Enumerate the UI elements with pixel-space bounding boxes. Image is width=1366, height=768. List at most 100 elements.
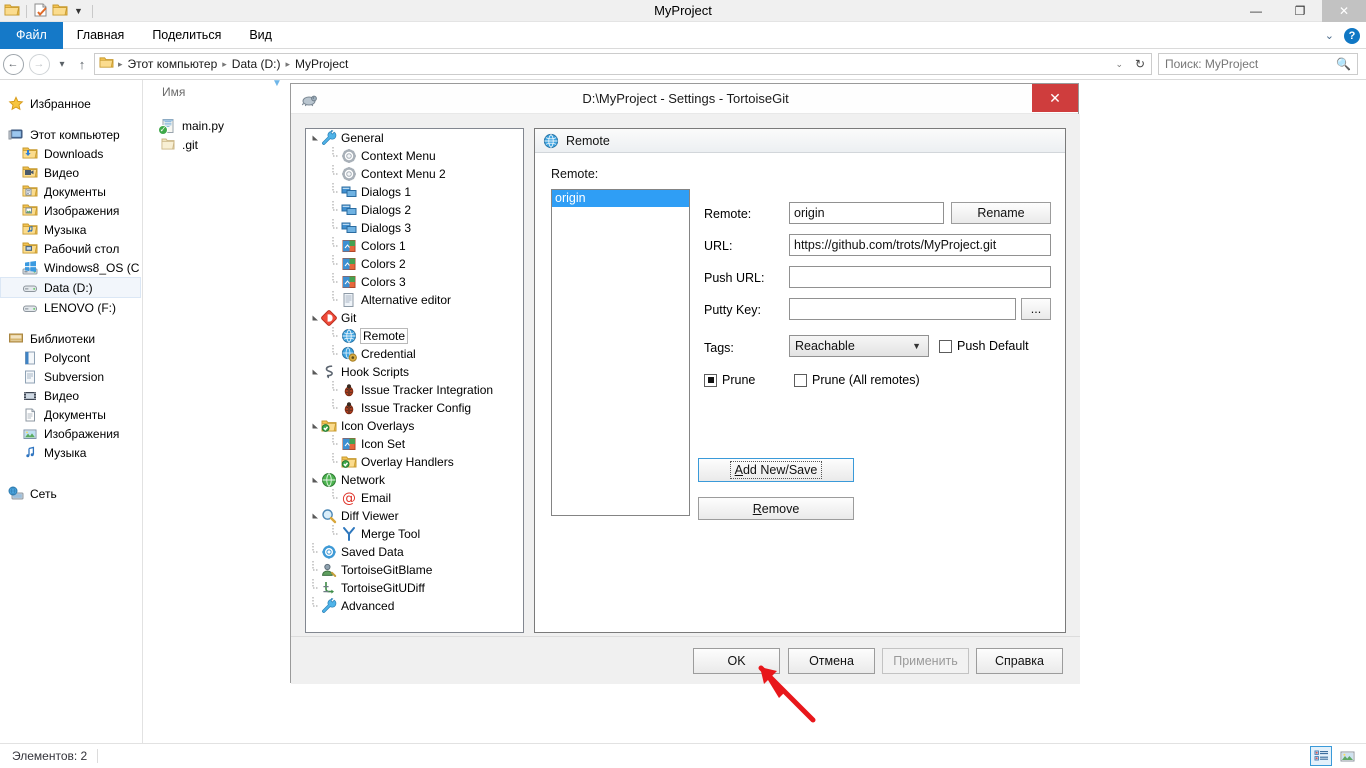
remote-list-item[interactable]: origin: [552, 190, 689, 207]
details-view-button[interactable]: [1310, 746, 1332, 766]
cancel-button[interactable]: Отмена: [788, 648, 875, 674]
tags-dropdown[interactable]: Reachable ▼: [789, 335, 929, 357]
tree-item-diff-viewer[interactable]: Diff Viewer: [306, 507, 523, 525]
help-icon[interactable]: ?: [1344, 27, 1360, 44]
back-button[interactable]: ←: [0, 51, 26, 77]
sidebar-item-documents[interactable]: Документы: [0, 182, 142, 201]
tab-share[interactable]: Поделиться: [138, 22, 235, 49]
search-input[interactable]: Поиск: MyProject 🔍: [1158, 53, 1358, 75]
sidebar-item-music-library[interactable]: Музыка: [0, 443, 142, 462]
sidebar-item-subversion[interactable]: Subversion: [0, 367, 142, 386]
tree-expander[interactable]: [310, 363, 321, 381]
ok-button[interactable]: OK: [693, 648, 780, 674]
tree-expander[interactable]: [310, 507, 321, 525]
close-button[interactable]: ✕: [1322, 0, 1366, 22]
breadcrumb[interactable]: ▸ Этот компьютер ▸ Data (D:) ▸ MyProject…: [94, 53, 1152, 75]
tab-view[interactable]: Вид: [235, 22, 286, 49]
up-button[interactable]: ↑: [72, 51, 92, 77]
tree-item-context-menu-2[interactable]: Context Menu 2: [306, 165, 523, 183]
tree-item-colors-1[interactable]: Colors 1: [306, 237, 523, 255]
restore-button[interactable]: ❐: [1278, 0, 1322, 22]
column-header-name[interactable]: Имя: [144, 85, 185, 99]
sidebar-item-polycont[interactable]: Polycont: [0, 348, 142, 367]
tree-item-dialogs-2[interactable]: Dialogs 2: [306, 201, 523, 219]
tree-expander[interactable]: [310, 309, 321, 327]
sidebar-item-windows8-os[interactable]: Windows8_OS (C: [0, 258, 142, 277]
forward-button[interactable]: →: [26, 51, 52, 77]
tree-item-general[interactable]: General: [306, 129, 523, 147]
breadcrumb-item-data-drive[interactable]: Data (D:): [229, 57, 284, 71]
list-item[interactable]: .git: [144, 135, 198, 155]
tree-item-saved-data[interactable]: Saved Data: [306, 543, 523, 561]
prune-checkbox[interactable]: Prune: [704, 373, 755, 387]
rename-button[interactable]: Rename: [951, 202, 1051, 224]
sidebar-item-desktop[interactable]: Рабочий стол: [0, 239, 142, 258]
tree-item-context-menu[interactable]: Context Menu: [306, 147, 523, 165]
prune-all-remotes-checkbox[interactable]: Prune (All remotes): [794, 373, 920, 387]
navigation-pane[interactable]: Избранное Этот компьютер Downloads Видео: [0, 80, 143, 743]
tree-item-dialogs-1[interactable]: Dialogs 1: [306, 183, 523, 201]
sidebar-item-data-drive[interactable]: Data (D:): [0, 277, 141, 298]
remove-button[interactable]: Remove: [698, 497, 854, 520]
refresh-icon[interactable]: ↻: [1135, 57, 1145, 71]
tree-item-dialogs-3[interactable]: Dialogs 3: [306, 219, 523, 237]
sidebar-item-video[interactable]: Видео: [0, 163, 142, 182]
tree-item-tortoisegitudiff[interactable]: TortoiseGitUDiff: [306, 579, 523, 597]
nav-group-this-pc[interactable]: Этот компьютер: [0, 125, 142, 144]
tab-home[interactable]: Главная: [63, 22, 139, 49]
tree-item-colors-3[interactable]: Colors 3: [306, 273, 523, 291]
url-input[interactable]: https://github.com/trots/MyProject.git: [789, 234, 1051, 256]
tree-item-issue-tracker-integration[interactable]: Issue Tracker Integration: [306, 381, 523, 399]
dialog-close-button[interactable]: ✕: [1032, 84, 1078, 112]
tree-item-advanced[interactable]: Advanced: [306, 597, 523, 615]
sidebar-item-pictures-library[interactable]: Изображения: [0, 424, 142, 443]
tree-item-alternative-editor[interactable]: Alternative editor: [306, 291, 523, 309]
tree-expander[interactable]: [310, 129, 321, 147]
tree-item-network[interactable]: Network: [306, 471, 523, 489]
nav-group-libraries[interactable]: Библиотеки: [0, 329, 142, 348]
tree-expander[interactable]: [310, 471, 321, 489]
settings-tree[interactable]: General Context Menu Context Menu 2 Dialogs…: [305, 128, 524, 633]
recent-locations-button[interactable]: ▾: [52, 51, 72, 77]
tree-item-overlay-handlers[interactable]: Overlay Handlers: [306, 453, 523, 471]
tree-item-label: Hook Scripts: [341, 365, 410, 379]
nav-group-favorites[interactable]: Избранное: [0, 94, 142, 113]
nav-group-network[interactable]: Сеть: [0, 484, 142, 503]
tree-item-email[interactable]: @ Email: [306, 489, 523, 507]
large-icons-view-button[interactable]: [1336, 746, 1358, 766]
remote-name-input[interactable]: origin: [789, 202, 944, 224]
breadcrumb-item-computer[interactable]: Этот компьютер: [125, 57, 221, 71]
tree-item-tortoisegitblame[interactable]: TortoiseGitBlame: [306, 561, 523, 579]
sidebar-item-downloads[interactable]: Downloads: [0, 144, 142, 163]
sidebar-item-lenovo-drive[interactable]: LENOVO (F:): [0, 298, 142, 317]
breadcrumb-item-myproject[interactable]: MyProject: [292, 57, 351, 71]
tree-item-icon-set[interactable]: Icon Set: [306, 435, 523, 453]
tree-item-remote[interactable]: Remote: [306, 327, 523, 345]
list-item[interactable]: ✓ main.py: [144, 116, 224, 136]
overlay-folder-icon: [341, 454, 357, 470]
sidebar-item-video-library[interactable]: Видео: [0, 386, 142, 405]
minimize-button[interactable]: —: [1234, 0, 1278, 22]
push-url-input[interactable]: [789, 266, 1051, 288]
chevron-down-icon[interactable]: ⌄: [1115, 59, 1123, 70]
add-new-save-button[interactable]: Add New/Save: [698, 458, 854, 482]
push-default-checkbox[interactable]: Push Default: [939, 339, 1029, 353]
sidebar-item-documents-library[interactable]: Документы: [0, 405, 142, 424]
sidebar-item-pictures[interactable]: Изображения: [0, 201, 142, 220]
tree-item-credential[interactable]: Credential: [306, 345, 523, 363]
tree-item-issue-tracker-config[interactable]: Issue Tracker Config: [306, 399, 523, 417]
sidebar-item-music[interactable]: Музыка: [0, 220, 142, 239]
tree-item-colors-2[interactable]: Colors 2: [306, 255, 523, 273]
tree-expander[interactable]: [310, 417, 321, 435]
tree-item-merge-tool[interactable]: Merge Tool: [306, 525, 523, 543]
putty-key-browse-button[interactable]: ...: [1021, 298, 1051, 320]
tab-file[interactable]: Файл: [0, 22, 63, 49]
chevron-down-icon[interactable]: ⌄: [1325, 29, 1334, 42]
remote-list[interactable]: origin: [551, 189, 690, 516]
putty-key-input[interactable]: [789, 298, 1016, 320]
help-button[interactable]: Справка: [976, 648, 1063, 674]
search-icon[interactable]: 🔍: [1336, 57, 1351, 71]
tree-item-git[interactable]: Git: [306, 309, 523, 327]
tree-item-hook-scripts[interactable]: Hook Scripts: [306, 363, 523, 381]
tree-item-icon-overlays[interactable]: Icon Overlays: [306, 417, 523, 435]
